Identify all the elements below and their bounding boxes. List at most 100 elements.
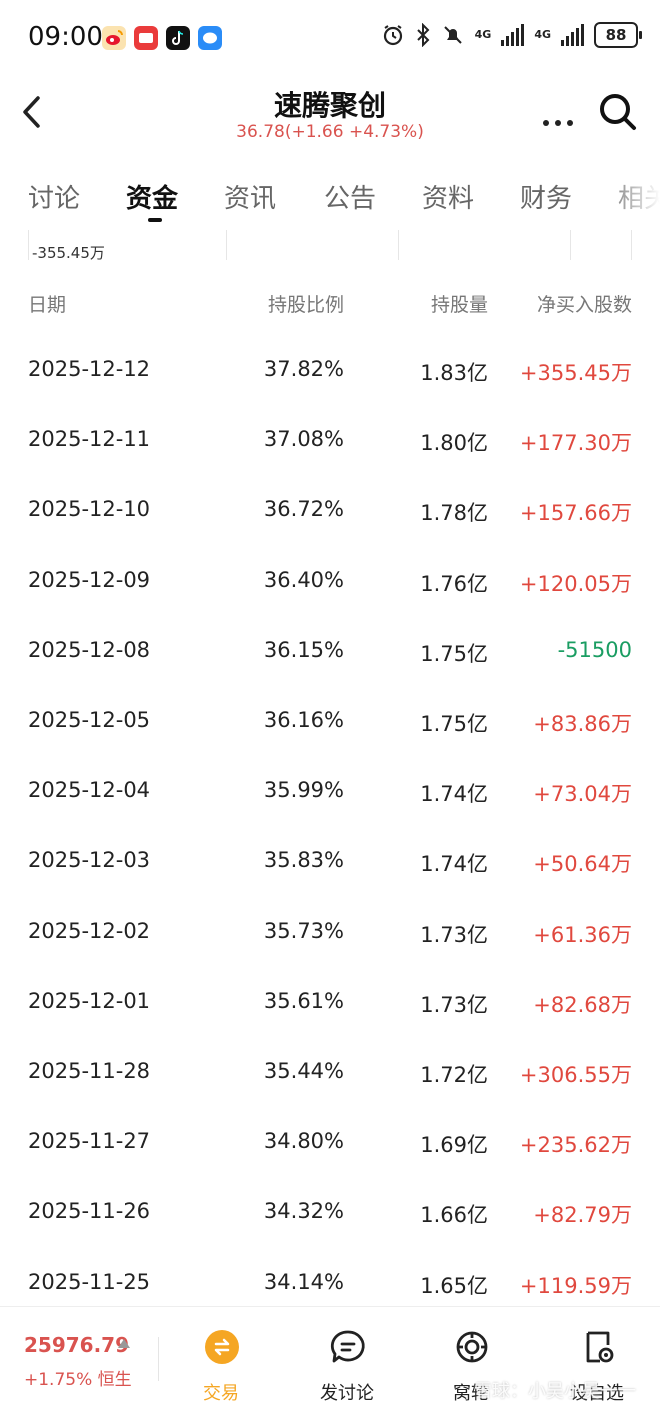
header-ratio: 持股比例 xyxy=(267,294,344,316)
cell-ratio: 35.61% xyxy=(263,988,344,1013)
cell-shares: 1.69亿 xyxy=(420,1133,488,1158)
cell-date: 2025-12-01 xyxy=(28,988,151,1013)
table-row[interactable]: 2025-12-05 36.16% 1.75亿 +83.86万 xyxy=(0,686,660,756)
table-row[interactable]: 2025-12-03 35.83% 1.74亿 +50.64万 xyxy=(0,826,660,896)
cell-date: 2025-11-27 xyxy=(28,1129,151,1154)
cell-date: 2025-11-26 xyxy=(28,1199,151,1224)
cell-date: 2025-12-09 xyxy=(28,567,151,592)
table-row[interactable]: 2025-12-09 36.40% 1.76亿 +120.05万 xyxy=(0,546,660,616)
cell-date: 2025-11-25 xyxy=(28,1269,151,1294)
cell-net-buy: -51500 xyxy=(557,637,632,662)
cell-shares: 1.75亿 xyxy=(420,712,488,736)
add-watchlist-icon xyxy=(586,1331,614,1363)
header-net-buy: 净买入股数 xyxy=(536,294,632,316)
cell-ratio: 37.08% xyxy=(263,427,344,452)
tab-fade xyxy=(600,178,660,228)
table-row[interactable]: 2025-12-11 37.08% 1.80亿 +177.30万 xyxy=(0,405,660,475)
cell-ratio: 36.40% xyxy=(263,567,344,592)
tab-discussion[interactable]: 讨论 xyxy=(28,178,80,215)
cell-net-buy: +306.55万 xyxy=(519,1063,632,1087)
table-row[interactable]: 2025-11-26 34.32% 1.66亿 +82.79万 xyxy=(0,1177,660,1247)
cell-ratio: 34.32% xyxy=(263,1199,344,1224)
cell-net-buy: +355.45万 xyxy=(519,361,632,385)
cell-date: 2025-12-11 xyxy=(28,427,151,452)
header-date: 日期 xyxy=(28,294,67,316)
cell-shares: 1.75亿 xyxy=(420,641,488,666)
cell-ratio: 34.80% xyxy=(263,1129,344,1154)
status-bar: 09:00 4G 4G 88 xyxy=(0,0,660,80)
cell-ratio: 36.16% xyxy=(263,708,344,732)
cell-shares: 1.76亿 xyxy=(420,571,488,596)
cell-date: 2025-12-12 xyxy=(28,357,151,381)
cell-shares: 1.83亿 xyxy=(420,361,488,385)
cell-ratio: 34.14% xyxy=(263,1269,344,1294)
cell-shares: 1.65亿 xyxy=(420,1273,488,1298)
cell-net-buy: +61.36万 xyxy=(533,922,632,947)
tab-funds[interactable]: 资金 xyxy=(126,178,178,215)
more-button[interactable] xyxy=(542,106,574,134)
tiktok-icon xyxy=(166,26,190,50)
weibo-icon xyxy=(102,26,126,50)
cell-net-buy: +82.68万 xyxy=(533,992,632,1017)
trade-icon xyxy=(205,1330,239,1364)
active-tab-indicator xyxy=(148,218,162,222)
mute-icon xyxy=(443,26,462,44)
cell-date: 2025-12-03 xyxy=(28,848,151,873)
cell-net-buy: +177.30万 xyxy=(519,431,632,456)
search-button[interactable] xyxy=(598,92,638,132)
nav-trade[interactable]: 交易 xyxy=(166,1321,276,1411)
red-app-icon xyxy=(134,26,158,50)
tab-profile[interactable]: 资料 xyxy=(422,178,474,215)
nav-post-discussion[interactable]: 发讨论 xyxy=(292,1321,402,1411)
battery-icon: 88 xyxy=(594,22,642,48)
status-icons: 4G 4G 88 xyxy=(381,22,642,48)
cell-net-buy: +157.66万 xyxy=(519,501,632,526)
bluetooth-icon xyxy=(416,23,430,47)
cell-date: 2025-11-28 xyxy=(28,1059,151,1083)
bottom-bar: 25976.79 +1.75% 恒生 交易 发讨论 窝轮 设自选 雪球：小吴小吴… xyxy=(0,1306,660,1421)
chart-axis-label: -355.45万 xyxy=(32,244,105,262)
cell-date: 2025-12-10 xyxy=(28,497,151,522)
tab-financials[interactable]: 财务 xyxy=(520,178,572,215)
network-type-2: 4G xyxy=(534,28,551,41)
cell-ratio: 36.72% xyxy=(263,497,344,522)
signal-icon xyxy=(501,24,525,46)
watermark: 雪球：小吴小吴一一 xyxy=(474,1381,636,1402)
cell-date: 2025-12-02 xyxy=(28,918,151,943)
network-type-1: 4G xyxy=(474,28,492,41)
message-app-icon xyxy=(198,26,222,50)
signal-icon-2 xyxy=(561,24,584,46)
nav-trade-label: 交易 xyxy=(203,1383,239,1404)
alarm-icon xyxy=(383,25,402,46)
cell-ratio: 35.99% xyxy=(263,778,344,803)
cell-shares: 1.74亿 xyxy=(420,852,488,877)
table-row[interactable]: 2025-12-10 36.72% 1.78亿 +157.66万 xyxy=(0,475,660,545)
cell-ratio: 36.15% xyxy=(263,637,344,662)
tab-bar: 讨论 资金 资讯 公告 资料 财务 相关 xyxy=(0,178,660,228)
tab-news[interactable]: 资讯 xyxy=(224,178,276,215)
header-shares: 持股量 xyxy=(430,294,488,316)
chart-gridlines xyxy=(28,230,632,260)
tab-announcements[interactable]: 公告 xyxy=(324,178,376,215)
cell-shares: 1.74亿 xyxy=(420,782,488,807)
cell-shares: 1.66亿 xyxy=(420,1203,488,1228)
table-row[interactable]: 2025-12-04 35.99% 1.74亿 +73.04万 xyxy=(0,756,660,826)
cell-ratio: 35.73% xyxy=(263,918,344,943)
triangle-up-icon xyxy=(118,1339,130,1348)
table-row[interactable]: 2025-11-28 35.44% 1.72亿 +306.55万 xyxy=(0,1037,660,1107)
cell-ratio: 37.82% xyxy=(263,357,344,381)
status-time: 09:00 xyxy=(28,22,103,52)
table-row[interactable]: 2025-12-02 35.73% 1.73亿 +61.36万 xyxy=(0,897,660,967)
table-row[interactable]: 2025-12-08 36.15% 1.75亿 -51500 xyxy=(0,616,660,686)
cell-shares: 1.78亿 xyxy=(420,501,488,526)
table-row[interactable]: 2025-11-27 34.80% 1.69亿 +235.62万 xyxy=(0,1107,660,1177)
more-dots-icon xyxy=(543,120,573,126)
cell-ratio: 35.44% xyxy=(263,1059,344,1083)
table-row[interactable]: 2025-12-01 35.61% 1.73亿 +82.68万 xyxy=(0,967,660,1037)
nav-post-discussion-label: 发讨论 xyxy=(320,1383,374,1404)
cell-net-buy: +119.59万 xyxy=(519,1273,632,1298)
table-row[interactable]: 2025-12-12 37.82% 1.83亿 +355.45万 xyxy=(0,335,660,405)
warrant-icon xyxy=(456,1331,488,1363)
cell-net-buy: +235.62万 xyxy=(519,1133,632,1158)
index-value: 25976.79 xyxy=(24,1333,130,1357)
